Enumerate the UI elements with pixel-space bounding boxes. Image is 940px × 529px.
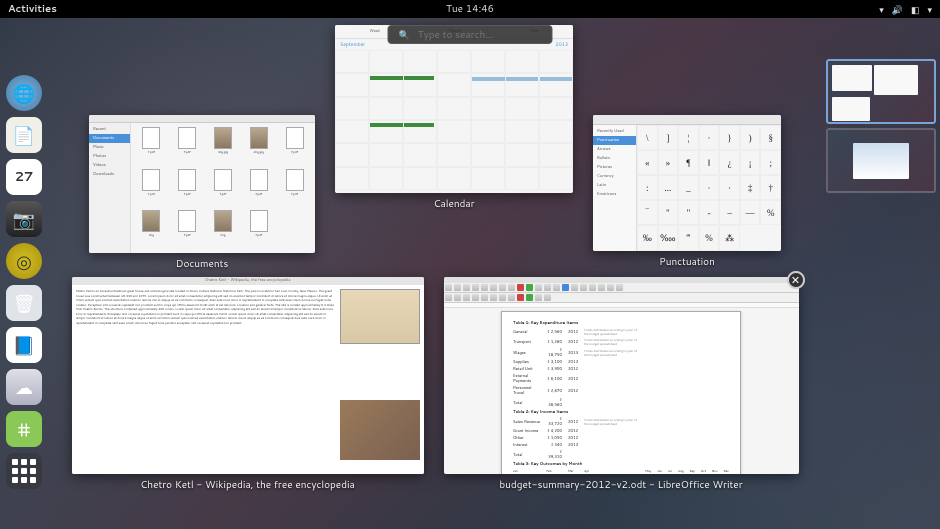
dash-photos[interactable]: 📷	[6, 201, 42, 237]
window-browser-wikipedia[interactable]: Chetro Ketl - Wikipedia, the free encycl…	[72, 277, 424, 492]
workspace-switcher	[822, 55, 940, 197]
clock[interactable]: Tue 14:46	[446, 2, 494, 16]
window-libreoffice-writer[interactable]: ✕ Table 1: Key Expenditure ItemsGeneral$…	[444, 277, 799, 492]
dash-web-browser[interactable]: 🌐	[6, 75, 42, 111]
documents-thumbnail[interactable]: RecentDocumentsMusicPhotosVideosDownload…	[89, 115, 315, 253]
dash-weather[interactable]: ☁	[6, 369, 42, 405]
close-window-button[interactable]: ✕	[787, 271, 805, 289]
wifi-icon: ▾	[879, 3, 884, 16]
volume-icon: 🔊	[892, 3, 903, 16]
search-input[interactable]	[418, 28, 542, 42]
arrow-down-icon: ▾	[927, 3, 932, 16]
wikipedia-thumbnail[interactable]: Chetro Ketl - Wikipedia, the free encycl…	[72, 277, 424, 474]
libreoffice-thumbnail[interactable]: Table 1: Key Expenditure ItemsGeneral$ 2…	[444, 277, 799, 474]
window-label: Chetro Ketl - Wikipedia, the free encycl…	[140, 478, 355, 492]
dash: 🌐 📄 27 📷 ◎ 🗑 📘 ☁ #	[3, 75, 45, 489]
dash-music[interactable]: ◎	[6, 243, 42, 279]
window-label: budget-summary-2012-v2.odt - LibreOffice…	[499, 478, 742, 492]
search-field[interactable]: 🔍	[388, 25, 553, 44]
battery-icon: ◧	[911, 3, 920, 16]
activities-button[interactable]: Activities	[8, 2, 57, 16]
apps-grid-icon	[12, 459, 36, 483]
calendar-thumbnail[interactable]: WeekMonthYear September2013	[335, 25, 573, 193]
show-applications-button[interactable]	[6, 453, 42, 489]
workspace-1[interactable]	[826, 59, 936, 124]
overview-search: 🔍	[388, 25, 553, 44]
window-characters[interactable]: Recently UsedPunctuationArrowsBulletsPic…	[593, 115, 781, 271]
dash-libreoffice[interactable]: 📘	[6, 327, 42, 363]
window-calendar[interactable]: WeekMonthYear September2013 Calendar	[335, 55, 573, 271]
window-label: Calendar	[433, 197, 474, 211]
dash-calendar[interactable]: 27	[6, 159, 42, 195]
dash-files[interactable]: 📄	[6, 117, 42, 153]
workspace-2[interactable]	[826, 128, 936, 193]
dash-chat[interactable]: #	[6, 411, 42, 447]
status-area[interactable]: ▾ 🔊 ◧ ▾	[879, 3, 932, 16]
characters-thumbnail[interactable]: Recently UsedPunctuationArrowsBulletsPic…	[593, 115, 781, 251]
window-label: Punctuation	[659, 255, 715, 269]
window-label: Documents	[176, 257, 229, 271]
window-overview: RecentDocumentsMusicPhotosVideosDownload…	[55, 55, 815, 519]
window-documents[interactable]: RecentDocumentsMusicPhotosVideosDownload…	[89, 115, 315, 271]
top-panel: Activities Tue 14:46 ▾ 🔊 ◧ ▾	[0, 0, 940, 18]
search-icon: 🔍	[399, 28, 410, 41]
dash-trash[interactable]: 🗑	[6, 285, 42, 321]
